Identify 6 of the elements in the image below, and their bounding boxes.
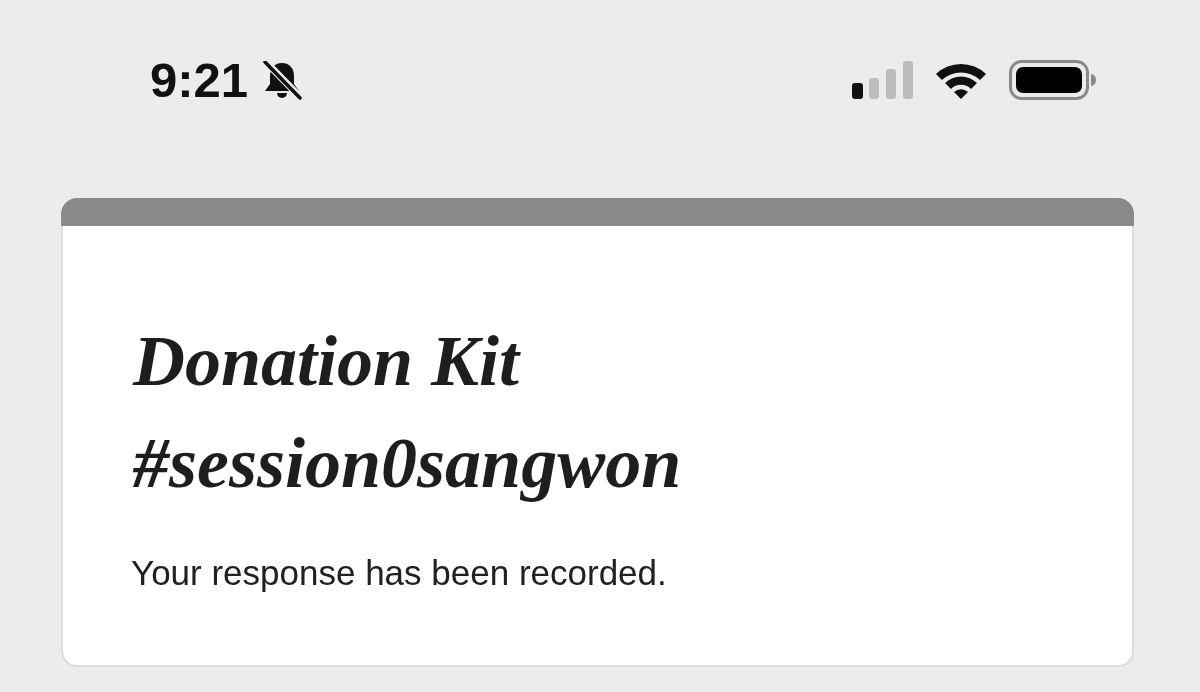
form-title: Donation Kit #session0sangwon (133, 320, 683, 505)
status-time: 9:21 (150, 55, 249, 105)
confirmation-message: Your response has been recorded. (131, 552, 668, 594)
wifi-icon (934, 61, 988, 99)
battery-icon (1009, 60, 1096, 100)
signal-icon (852, 61, 913, 99)
